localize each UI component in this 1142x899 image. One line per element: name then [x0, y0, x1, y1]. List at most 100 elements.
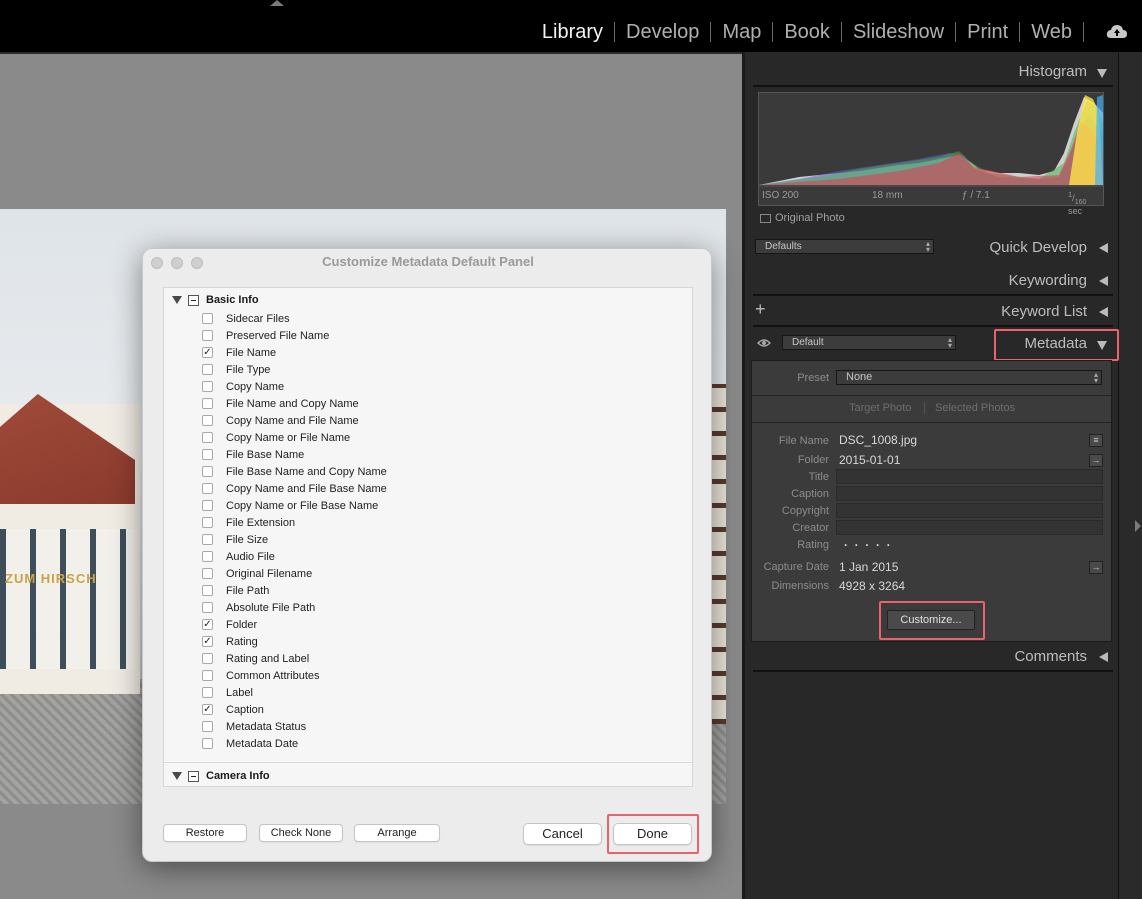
collapse-right-panel-arrow-icon[interactable] [1135, 520, 1141, 532]
field-item[interactable]: Sidecar Files [202, 310, 290, 327]
unchecked-checkbox[interactable] [202, 330, 213, 341]
file-name-field[interactable]: DSC_1008.jpg [836, 433, 1087, 448]
quick-develop-preset-select[interactable]: Defaults ▴ ▾ [755, 239, 934, 254]
unchecked-checkbox[interactable] [202, 602, 213, 613]
field-item[interactable]: Copy Name and File Name [202, 412, 359, 429]
restore-button[interactable]: Restore [163, 824, 247, 842]
field-item[interactable]: ✓ Caption [202, 701, 264, 718]
unchecked-checkbox[interactable] [202, 738, 213, 749]
original-photo-checkbox[interactable] [760, 213, 771, 223]
field-item[interactable]: File Base Name and Copy Name [202, 463, 387, 480]
module-map[interactable]: Map [711, 20, 772, 44]
unchecked-checkbox[interactable] [202, 551, 213, 562]
original-photo-toggle[interactable]: Original Photo [760, 212, 845, 224]
unchecked-checkbox[interactable] [202, 398, 213, 409]
unchecked-checkbox[interactable] [202, 449, 213, 460]
checked-checkbox[interactable]: ✓ [202, 619, 213, 630]
caption-field[interactable] [836, 486, 1103, 501]
arrange-button[interactable]: Arrange [354, 824, 440, 842]
selected-photos-toggle[interactable]: Selected Photos [935, 402, 1015, 414]
unchecked-checkbox[interactable] [202, 381, 213, 392]
metadata-field-list[interactable]: Basic Info Sidecar Files Preserved File N… [163, 287, 693, 787]
field-item[interactable]: Metadata Date [202, 735, 298, 752]
unchecked-checkbox[interactable] [202, 687, 213, 698]
keywording-header[interactable]: Keywording [753, 266, 1113, 296]
rating-label: Rating [797, 539, 829, 551]
unchecked-checkbox[interactable] [202, 432, 213, 443]
field-item[interactable]: Copy Name or File Base Name [202, 497, 378, 514]
field-item[interactable]: Audio File [202, 548, 275, 565]
field-item-label: File Base Name [226, 448, 305, 461]
metadata-preset-select[interactable]: None ▴ ▾ [836, 370, 1102, 385]
module-book[interactable]: Book [773, 20, 841, 44]
go-to-folder-arrow-icon[interactable]: → [1089, 454, 1103, 467]
stepper-arrows-icon: ▴ ▾ [925, 239, 930, 254]
list-icon[interactable]: ≡ [1089, 434, 1103, 447]
field-item[interactable]: File Extension [202, 514, 295, 531]
metadata-view-select[interactable]: Default ▴ ▾ [782, 335, 956, 350]
mixed-state-checkbox[interactable] [188, 770, 199, 782]
keyword-list-header[interactable]: + Keyword List [753, 297, 1113, 327]
unchecked-checkbox[interactable] [202, 415, 213, 426]
field-item[interactable]: Copy Name [202, 378, 284, 395]
disclosure-triangle-icon[interactable] [172, 772, 182, 780]
field-item[interactable]: ✓ File Name [202, 344, 276, 361]
field-item[interactable]: Rating and Label [202, 650, 309, 667]
field-item[interactable]: File Path [202, 582, 269, 599]
module-slideshow[interactable]: Slideshow [842, 20, 955, 44]
go-to-date-arrow-icon[interactable]: → [1089, 561, 1103, 574]
field-item[interactable]: Absolute File Path [202, 599, 315, 616]
module-library[interactable]: Library [531, 20, 614, 44]
field-item[interactable]: File Type [202, 361, 270, 378]
field-item[interactable]: ✓ Folder [202, 616, 257, 633]
rating-stars[interactable]: . . . . . [844, 535, 892, 549]
group-basic-info[interactable]: Basic Info [172, 294, 259, 306]
copyright-field[interactable] [836, 503, 1103, 518]
mixed-state-checkbox[interactable] [188, 294, 199, 306]
checked-checkbox[interactable]: ✓ [202, 347, 213, 358]
field-item[interactable]: ✓ Rating [202, 633, 258, 650]
module-print[interactable]: Print [956, 20, 1019, 44]
field-item[interactable]: File Name and Copy Name [202, 395, 359, 412]
check-none-button[interactable]: Check None [259, 824, 343, 842]
field-item[interactable]: File Size [202, 531, 268, 548]
checked-checkbox[interactable]: ✓ [202, 704, 213, 715]
unchecked-checkbox[interactable] [202, 500, 213, 511]
unchecked-checkbox[interactable] [202, 670, 213, 681]
unchecked-checkbox[interactable] [202, 534, 213, 545]
field-item[interactable]: Common Attributes [202, 667, 320, 684]
checked-checkbox[interactable]: ✓ [202, 636, 213, 647]
field-item[interactable]: Metadata Status [202, 718, 306, 735]
eye-icon[interactable] [757, 338, 771, 348]
field-item[interactable]: File Base Name [202, 446, 304, 463]
field-item[interactable]: Original Filename [202, 565, 312, 582]
unchecked-checkbox[interactable] [202, 483, 213, 494]
module-develop[interactable]: Develop [615, 20, 710, 44]
unchecked-checkbox[interactable] [202, 585, 213, 596]
field-item[interactable]: Preserved File Name [202, 327, 329, 344]
unchecked-checkbox[interactable] [202, 653, 213, 664]
right-panel-edge[interactable] [1118, 52, 1142, 899]
unchecked-checkbox[interactable] [202, 313, 213, 324]
collapse-top-panel-arrow-icon[interactable] [270, 0, 284, 6]
disclosure-triangle-icon[interactable] [172, 296, 182, 304]
module-web[interactable]: Web [1020, 20, 1083, 44]
unchecked-checkbox[interactable] [202, 721, 213, 732]
target-photo-toggle[interactable]: Target Photo [849, 402, 911, 414]
unchecked-checkbox[interactable] [202, 568, 213, 579]
unchecked-checkbox[interactable] [202, 364, 213, 375]
histogram-header[interactable]: Histogram [753, 57, 1113, 87]
field-item[interactable]: Copy Name or File Name [202, 429, 350, 446]
cloud-sync-icon[interactable] [1106, 24, 1128, 40]
title-field[interactable] [836, 469, 1103, 484]
add-keyword-icon[interactable]: + [755, 299, 766, 320]
unchecked-checkbox[interactable] [202, 517, 213, 528]
field-item[interactable]: Label [202, 684, 253, 701]
group-camera-info[interactable]: Camera Info [172, 770, 270, 782]
unchecked-checkbox[interactable] [202, 466, 213, 477]
comments-header[interactable]: Comments [753, 642, 1113, 672]
cancel-button[interactable]: Cancel [523, 823, 602, 845]
creator-field[interactable] [836, 520, 1103, 535]
field-item[interactable]: Copy Name and File Base Name [202, 480, 387, 497]
histogram-chart[interactable] [758, 92, 1104, 206]
